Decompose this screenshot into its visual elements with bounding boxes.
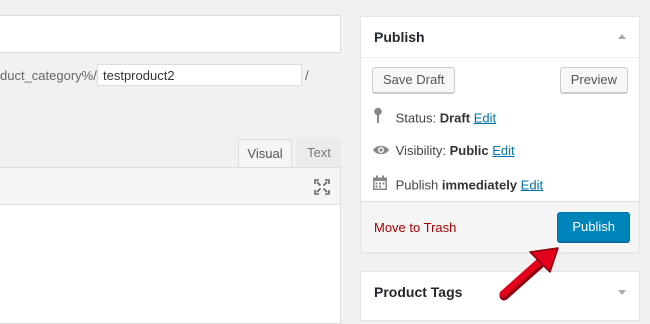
pin-icon	[372, 107, 392, 131]
status-row: Status: Draft Edit	[372, 107, 496, 127]
publish-box: Publish Save Draft Preview Status: Draft…	[360, 16, 640, 253]
eye-icon	[372, 142, 392, 162]
product-tags-title: Product Tags	[374, 284, 463, 300]
editor-toolbar	[0, 167, 341, 205]
preview-button[interactable]: Preview	[559, 67, 628, 93]
schedule-row: Publish immediately Edit	[372, 175, 543, 195]
permalink-suffix: /	[305, 68, 309, 83]
editor-content-area[interactable]	[0, 204, 341, 324]
fullscreen-icon[interactable]	[314, 179, 330, 195]
visibility-edit-link[interactable]: Edit	[492, 143, 514, 158]
expand-arrow-icon[interactable]	[618, 290, 626, 295]
status-edit-link[interactable]: Edit	[474, 110, 496, 125]
visibility-label: Visibility:	[395, 143, 446, 158]
permalink-row: duct_category%/ /	[0, 64, 309, 86]
post-title-input[interactable]	[0, 15, 341, 53]
schedule-label: Publish	[395, 177, 439, 193]
slug-input[interactable]	[97, 64, 302, 86]
annotation-arrow-icon	[499, 247, 559, 301]
move-to-trash-link[interactable]: Move to Trash	[374, 220, 456, 235]
collapse-arrow-icon[interactable]	[618, 34, 626, 39]
visibility-row: Visibility: Public Edit	[372, 141, 515, 161]
visibility-value: Public	[449, 143, 489, 158]
save-draft-button[interactable]: Save Draft	[372, 67, 456, 93]
tab-visual[interactable]: Visual	[238, 139, 292, 167]
tab-text[interactable]: Text	[296, 139, 342, 167]
schedule-edit-link[interactable]: Edit	[521, 177, 543, 192]
publish-box-title: Publish	[374, 29, 425, 45]
permalink-prefix: duct_category%/	[0, 68, 97, 83]
schedule-value: immediately	[441, 177, 518, 193]
status-value: Draft	[439, 110, 471, 126]
publish-box-header[interactable]: Publish	[361, 17, 639, 58]
calendar-icon	[372, 175, 392, 197]
status-label: Status:	[395, 110, 437, 126]
